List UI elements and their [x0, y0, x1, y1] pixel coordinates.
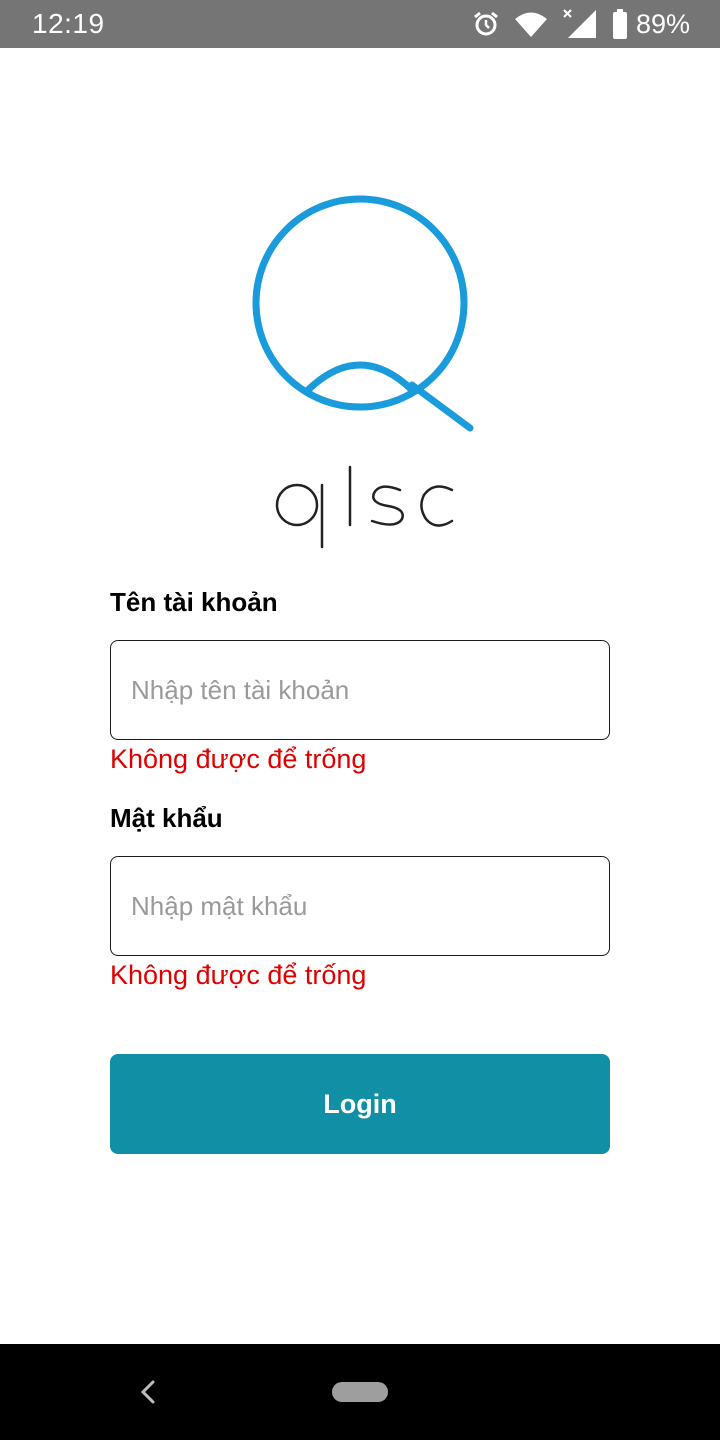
password-error: Không được để trống	[110, 960, 367, 990]
username-field-box	[110, 640, 610, 740]
signal-no-data-icon	[563, 9, 596, 38]
password-label: Mật khẩu	[110, 803, 223, 833]
username-input[interactable]	[111, 641, 609, 739]
back-icon[interactable]	[136, 1378, 160, 1406]
username-label: Tên tài khoản	[110, 587, 278, 617]
home-pill-icon[interactable]	[332, 1382, 388, 1402]
status-time: 12:19	[32, 8, 105, 39]
alarm-icon	[474, 11, 498, 36]
status-icons: 89%	[472, 6, 690, 42]
battery-percent: 89%	[635, 8, 690, 39]
status-bar: 12:19 89%	[0, 0, 720, 48]
battery-icon	[612, 9, 627, 39]
login-button[interactable]: Login	[110, 1054, 610, 1154]
wifi-icon	[514, 12, 547, 37]
password-input[interactable]	[111, 857, 609, 955]
password-field-box	[110, 856, 610, 956]
username-error: Không được để trống	[110, 744, 367, 774]
app-logo	[240, 185, 480, 555]
